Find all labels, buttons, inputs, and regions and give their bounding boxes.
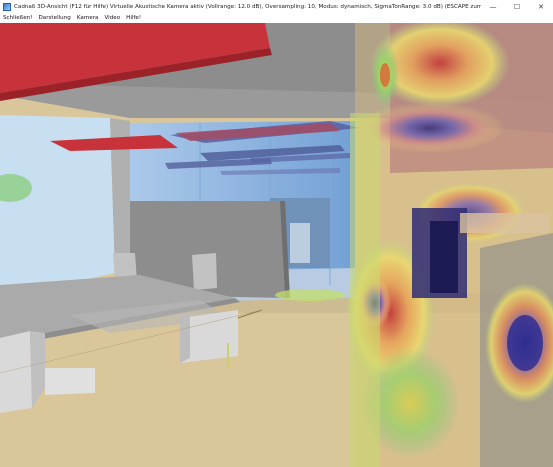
- title-bar[interactable]: Cadnaß 3D-Ansicht (F12 für Hilfe) Virtue…: [0, 0, 553, 14]
- close-button[interactable]: ✕: [529, 0, 553, 13]
- 3d-viewport[interactable]: [0, 23, 553, 467]
- chair: [192, 253, 217, 290]
- window-title: Cadnaß 3D-Ansicht (F12 für Hilfe) Virtue…: [14, 3, 481, 10]
- menu-kamera[interactable]: Kamera: [74, 15, 102, 21]
- menu-darstellung[interactable]: Darstellung: [35, 15, 73, 21]
- minimize-button[interactable]: —: [481, 0, 505, 13]
- app-icon: [3, 2, 11, 11]
- menu-bar: Schließen! Darstellung Kamera Video Hilf…: [0, 13, 553, 23]
- app-window: Cadnaß 3D-Ansicht (F12 für Hilfe) Virtue…: [0, 0, 553, 467]
- menu-schliessen[interactable]: Schließen!: [0, 15, 35, 21]
- menu-video[interactable]: Video: [101, 15, 123, 21]
- menu-hilfe[interactable]: Hilfe!: [123, 15, 144, 21]
- maximize-button[interactable]: ☐: [505, 0, 529, 13]
- heatmap-strip: [350, 113, 380, 467]
- 3d-scene: [0, 23, 553, 467]
- window-controls: — ☐ ✕: [481, 0, 553, 13]
